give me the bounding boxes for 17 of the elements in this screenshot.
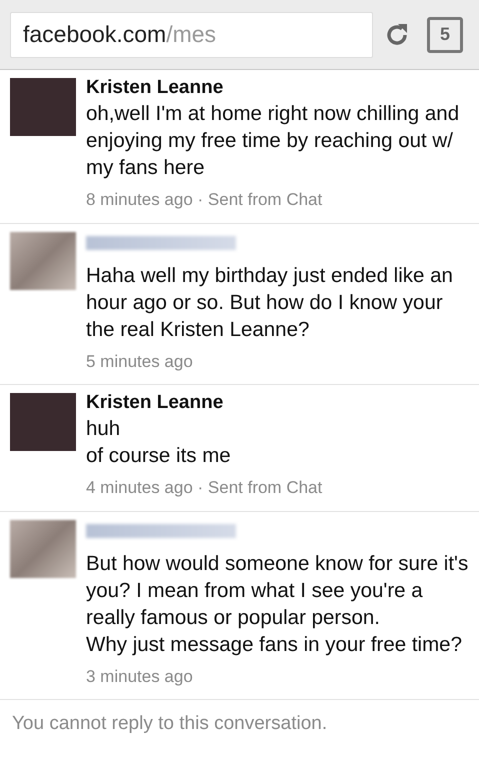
message-meta: 8 minutes ago · Sent from Chat — [86, 189, 324, 211]
reply-disabled-notice: You cannot reply to this conversation. — [11, 712, 328, 736]
message-text: oh,well I'm at home right now chilling and enjoying my free time by reaching out w/ my fans here — [86, 101, 460, 181]
message-meta: 3 minutes ago — [86, 666, 194, 688]
address-bar[interactable]: facebook.com/mes — [10, 12, 373, 58]
tab-switcher-button[interactable]: 5 — [427, 16, 463, 52]
url-domain: facebook.com — [23, 20, 166, 50]
sender-name[interactable]: Kristen Leanne — [86, 76, 471, 100]
message-meta: 5 minutes ago — [86, 350, 194, 372]
message-text: huh — [86, 416, 122, 442]
sender-name[interactable]: Kristen Leanne — [86, 391, 471, 415]
message-text: Haha well my birthday just ended like an hour ago or so. But how do I know your the real Kristen Leanne? — [86, 262, 454, 342]
message-text: of course its me — [86, 443, 232, 469]
url-path: /mes — [166, 20, 216, 50]
message-meta: 4 minutes ago · Sent from Chat — [86, 477, 324, 499]
message-text: But how would someone know for sure it's you? I mean from what I see you're a really famous or popular person. — [86, 550, 470, 630]
message-text: Why just message fans in your free time? — [86, 632, 463, 658]
